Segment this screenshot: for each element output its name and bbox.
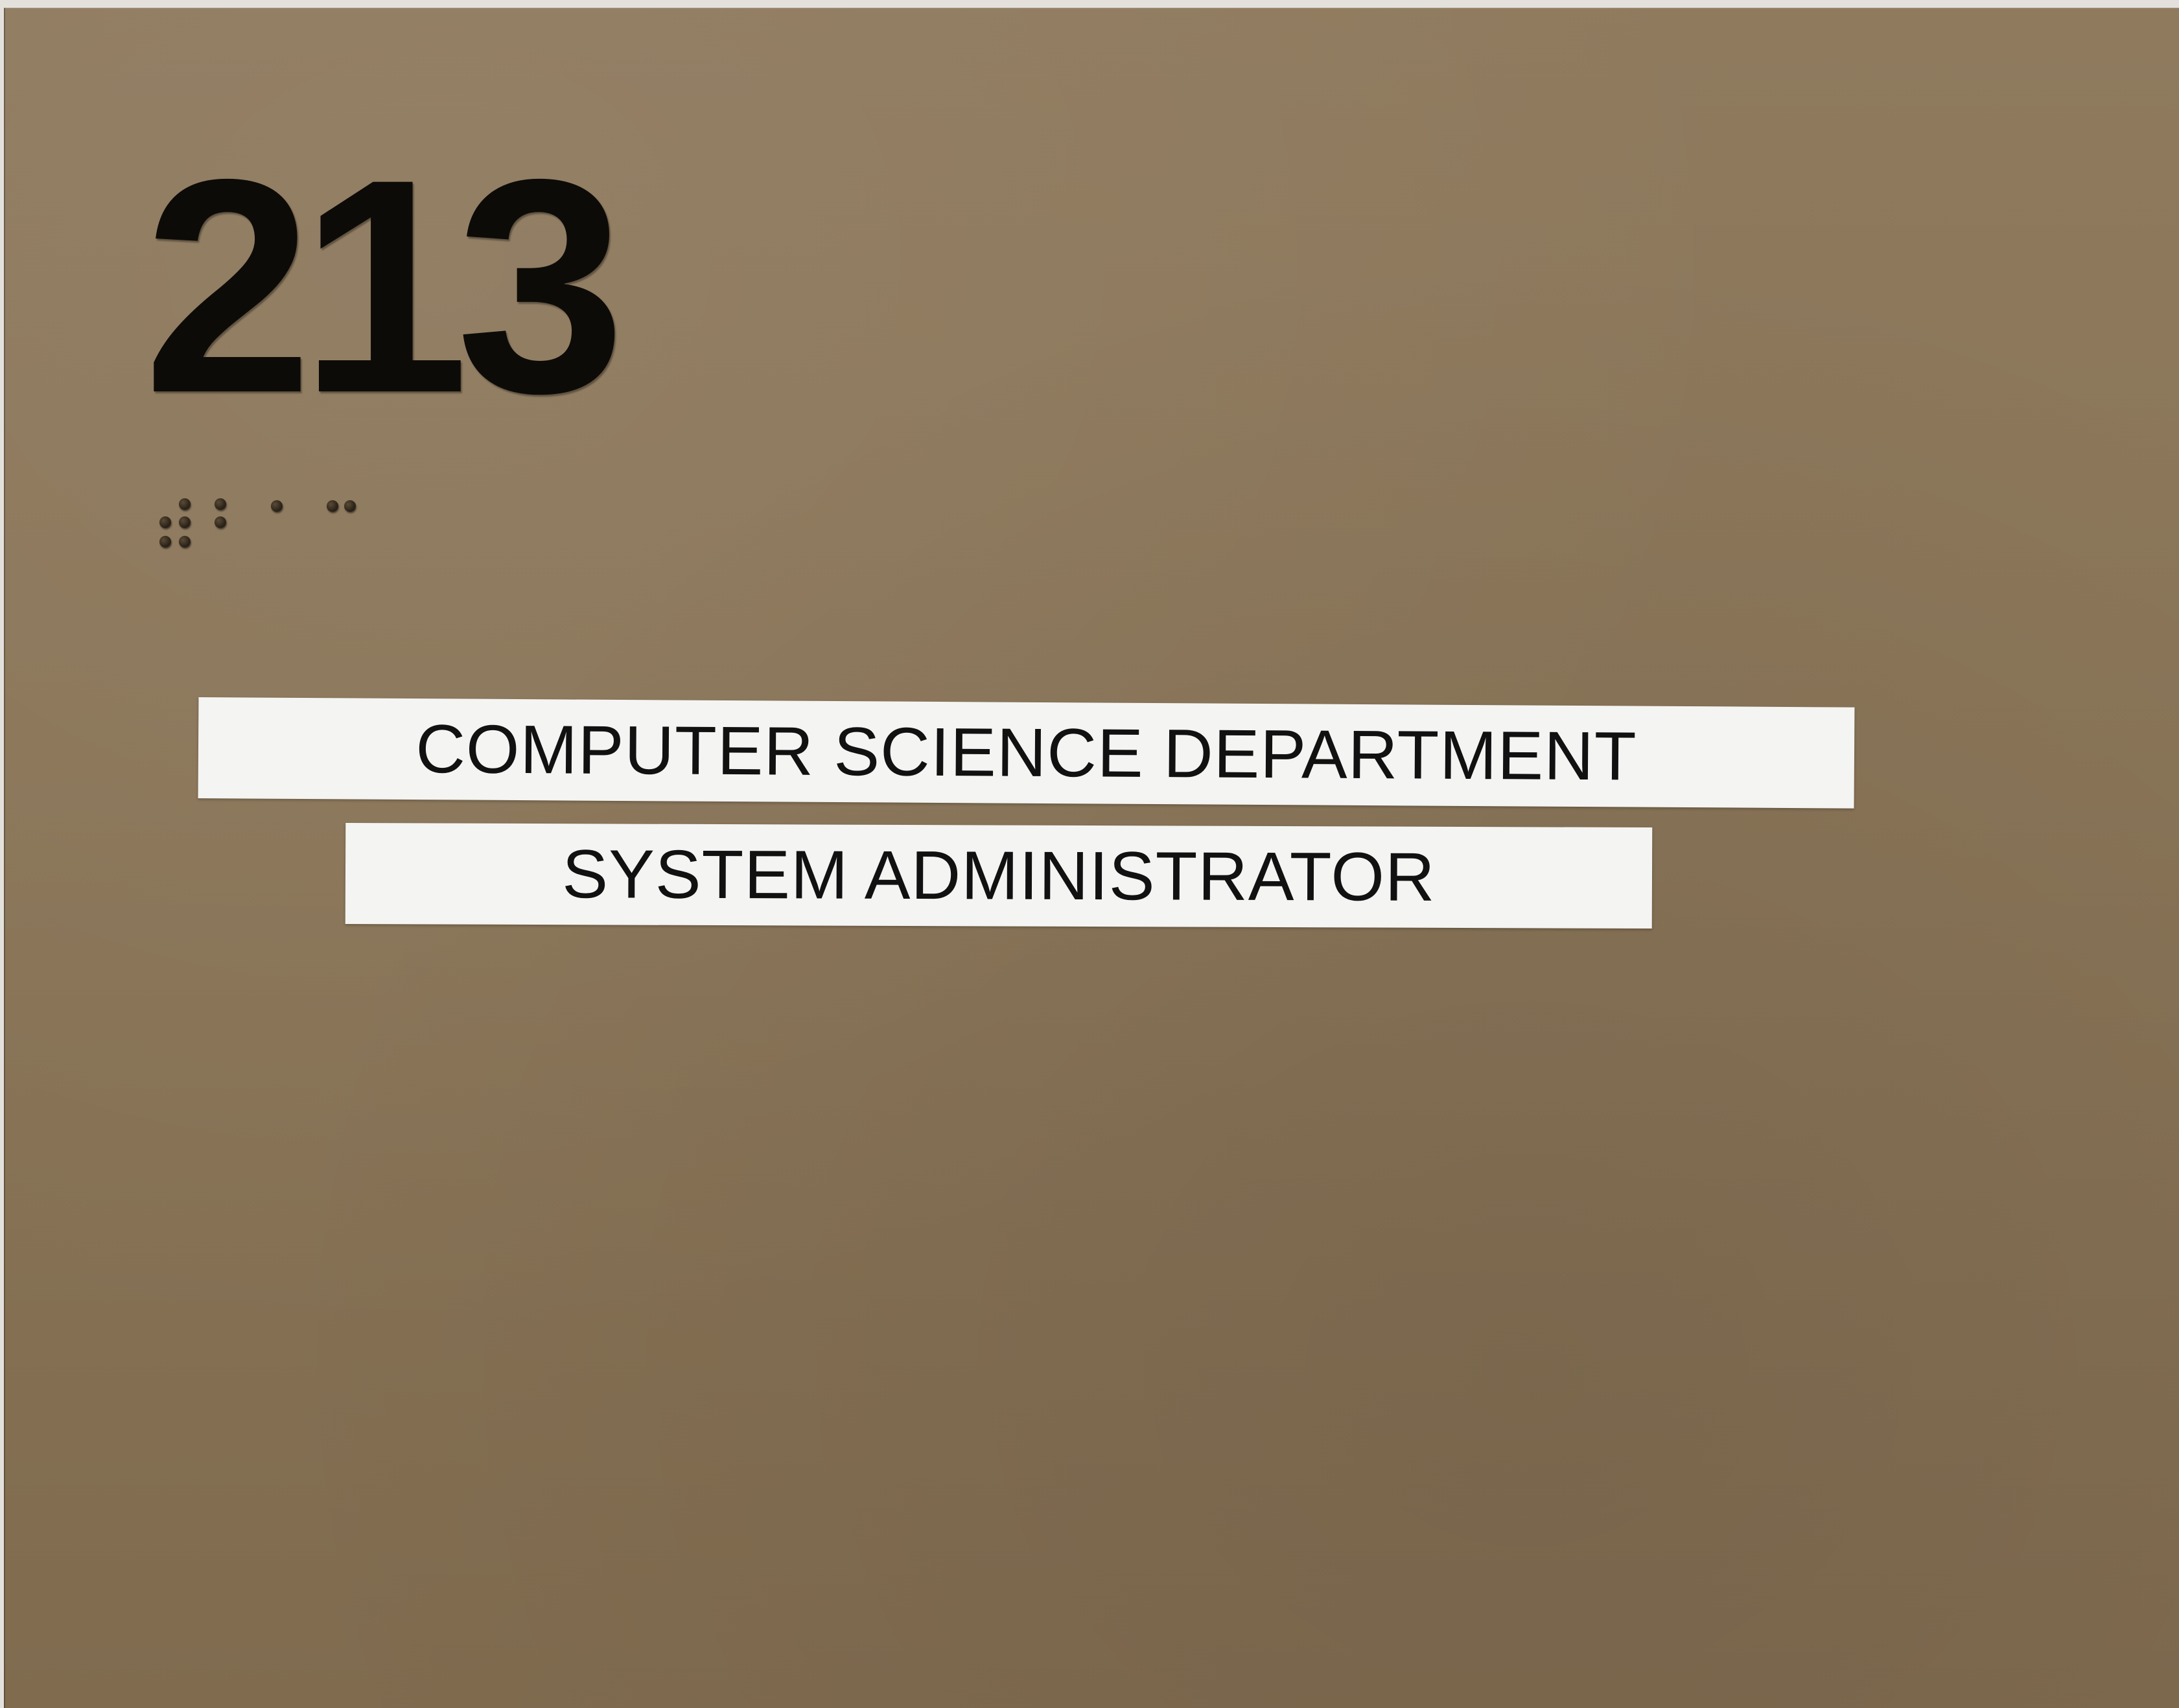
braille-room-number	[159, 495, 373, 560]
title-label-text: SYSTEM ADMINISTRATOR	[562, 835, 1436, 916]
door-sign-plate: 213 COMPUTER SCIENCE DEPARTMENT SYSTEM A…	[4, 8, 2179, 1708]
braille-dot	[159, 516, 171, 528]
braille-dot	[215, 516, 226, 528]
department-label-strip: COMPUTER SCIENCE DEPARTMENT	[198, 697, 1855, 809]
title-label-strip: SYSTEM ADMINISTRATOR	[345, 823, 1653, 929]
braille-dot	[215, 498, 226, 510]
braille-dot	[271, 500, 283, 512]
room-number: 213	[143, 116, 625, 456]
braille-dot	[179, 498, 191, 510]
braille-dot	[179, 516, 191, 528]
braille-dot	[327, 500, 338, 512]
department-label-text: COMPUTER SCIENCE DEPARTMENT	[415, 710, 1637, 795]
braille-dot	[159, 536, 171, 548]
braille-dot	[179, 536, 191, 548]
braille-dot	[344, 500, 356, 512]
